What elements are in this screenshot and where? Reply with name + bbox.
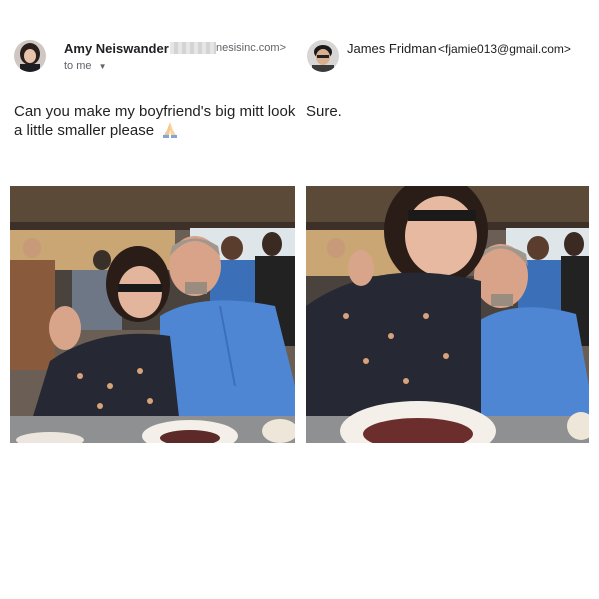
amy-sender-name: Amy Neiswander <box>64 41 169 56</box>
original-photo <box>10 186 295 443</box>
recipient-dropdown[interactable]: to me ▼ <box>64 60 107 72</box>
recipient-label: to me <box>64 60 92 72</box>
amy-message: Can you make my boyfriend's big mitt loo… <box>14 102 299 143</box>
james-sender-name: James Fridman <box>347 41 437 56</box>
amy-sender-email: nesisinc.com> <box>216 42 287 54</box>
james-message: Sure. <box>306 103 342 120</box>
james-sender-email: <fjamie013@gmail.com> <box>438 42 571 56</box>
redacted-email-mask <box>170 42 216 54</box>
amy-avatar[interactable] <box>14 40 46 72</box>
edited-photo <box>306 186 589 443</box>
amy-message-text: Can you make my boyfriend's big mitt loo… <box>14 103 296 139</box>
james-avatar[interactable] <box>307 40 339 72</box>
chevron-down-icon: ▼ <box>98 62 107 71</box>
pray-hands-emoji-icon <box>161 121 179 143</box>
